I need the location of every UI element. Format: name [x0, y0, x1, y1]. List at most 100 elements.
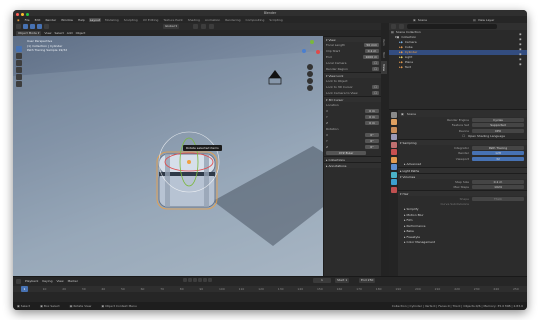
n-panel: ▾ View Focal Length 50 mm Clip Start 0.1 m…: [323, 36, 381, 276]
ortho-toggle-icon[interactable]: [307, 85, 313, 91]
current-frame-field[interactable]: 1: [313, 278, 331, 283]
frame-tick-label: 250: [513, 287, 519, 291]
tab-uv-editing[interactable]: UV Editing: [142, 18, 160, 22]
status-box-select: ▣ Box Select: [40, 304, 60, 308]
viewport-menu-object[interactable]: Object: [76, 31, 86, 35]
particles-tab-icon[interactable]: [390, 171, 397, 178]
pivot-icon[interactable]: [193, 24, 198, 29]
next-key-icon[interactable]: [203, 278, 207, 282]
object-tab-icon[interactable]: [390, 156, 397, 163]
tab-animation[interactable]: Animation: [204, 18, 221, 22]
frame-tick-label: 180: [375, 287, 382, 291]
scene-label: Scene: [417, 17, 427, 22]
scene-icon: ▣: [413, 17, 416, 22]
viewport-menu-select[interactable]: Select: [55, 31, 64, 35]
jump-start-icon[interactable]: [183, 278, 187, 282]
tab-texture-paint[interactable]: Texture Paint: [162, 18, 183, 22]
material-tab-icon[interactable]: [390, 186, 397, 193]
timeline-editor-icon[interactable]: [16, 278, 21, 284]
start-frame-field[interactable]: Start 1: [335, 278, 350, 283]
status-bar: ▣ Select ▣ Box Select ▣ Rotate View ▣ Ob…: [13, 302, 527, 310]
pan-icon[interactable]: [307, 71, 313, 77]
prev-key-icon[interactable]: [188, 278, 192, 282]
scene-icon: ▣: [401, 111, 404, 116]
transform-tool-icon[interactable]: [16, 81, 22, 87]
select-mode-icon[interactable]: [30, 24, 35, 29]
cursor-tool-icon[interactable]: [16, 53, 22, 59]
object-mode-dropdown[interactable]: Object Mode ▾: [16, 30, 42, 36]
viewport-menu-add[interactable]: Add: [67, 31, 73, 35]
annotations-header[interactable]: ▸ Annotations: [324, 162, 381, 168]
gizmo-x-icon[interactable]: [316, 50, 320, 54]
render-tab-icon[interactable]: [390, 119, 397, 125]
rotate-tool-icon[interactable]: [16, 67, 22, 73]
zoom-icon[interactable]: [307, 64, 313, 70]
camera-view-icon[interactable]: [307, 78, 313, 84]
frame-tick-label: 140: [297, 287, 304, 291]
menu-render[interactable]: Render: [44, 18, 57, 22]
tab-sculpting[interactable]: Sculpting: [123, 18, 139, 22]
color-management-panel[interactable]: ▸ Color Management: [398, 240, 527, 246]
timeline-menu-view[interactable]: View: [56, 279, 63, 283]
outliner-row-text[interactable]: ▸◆ Text: [389, 65, 527, 70]
outliner-type-icon[interactable]: [391, 24, 396, 29]
tab-tool[interactable]: Tool: [381, 49, 387, 61]
scene-selector[interactable]: ▣ Scene: [413, 16, 427, 23]
transform-orientation-dropdown[interactable]: Global ▾: [163, 24, 180, 29]
select-extend-icon[interactable]: [37, 24, 42, 29]
blender-logo-icon[interactable]: ◉: [16, 18, 21, 22]
outliner-search-input[interactable]: [407, 24, 497, 29]
view-layer-selector[interactable]: ▤ View Layer: [473, 16, 494, 23]
timeline-menu-playback[interactable]: Playback: [25, 279, 38, 283]
frame-tick-label: 230: [473, 287, 480, 291]
scene-tab-icon[interactable]: [390, 141, 397, 148]
gizmo-z-icon[interactable]: [302, 49, 306, 53]
proportional-edit-icon[interactable]: [209, 24, 214, 29]
menu-edit[interactable]: Edit: [34, 18, 42, 22]
viewport-menu-view[interactable]: View: [44, 31, 51, 35]
navigation-gizmo[interactable]: [301, 40, 321, 60]
tab-item[interactable]: Item: [381, 36, 387, 49]
tab-modeling[interactable]: Modeling: [104, 18, 120, 22]
select-tool-icon[interactable]: [16, 46, 22, 52]
timeline-menu-marker[interactable]: Marker: [68, 279, 78, 283]
menu-file[interactable]: File: [24, 18, 31, 22]
frame-tick-label: 90: [199, 287, 204, 291]
move-tool-icon[interactable]: [16, 60, 22, 66]
properties-tabs: [389, 110, 398, 277]
tab-rendering[interactable]: Rendering: [224, 18, 241, 22]
play-icon[interactable]: [198, 278, 202, 282]
properties-header: ▣ Scene: [398, 110, 527, 117]
outliner: ▤ Scene Collection ▾▣ Collection ▸◆ Came…: [389, 23, 527, 109]
end-frame-field[interactable]: End 250: [359, 278, 376, 283]
select-box-icon[interactable]: [23, 24, 28, 29]
frame-tick-label: 30: [81, 287, 86, 291]
gizmo-y-icon[interactable]: [310, 40, 314, 44]
play-reverse-icon[interactable]: [193, 278, 197, 282]
timeline-menu-keying[interactable]: Keying: [42, 279, 52, 283]
output-tab-icon[interactable]: [390, 126, 397, 133]
menu-window[interactable]: Window: [60, 18, 74, 22]
view-layer-tab-icon[interactable]: [390, 134, 397, 140]
physics-tab-icon[interactable]: [390, 179, 397, 185]
top-menu-bar: ◉ File Edit Render Window Help Layout Mo…: [13, 16, 527, 23]
window-title: Blender: [263, 11, 277, 15]
jump-end-icon[interactable]: [208, 278, 212, 282]
menu-help[interactable]: Help: [77, 18, 86, 22]
tab-layout[interactable]: Layout: [88, 17, 102, 22]
tab-compositing[interactable]: Compositing: [245, 18, 266, 22]
scale-tool-icon[interactable]: [16, 74, 22, 80]
eye-icon[interactable]: ◉: [519, 62, 522, 67]
world-tab-icon[interactable]: [390, 149, 397, 155]
editor-type-icon[interactable]: [16, 24, 21, 29]
modifier-tab-icon[interactable]: [390, 164, 397, 170]
tab-shading[interactable]: Shading: [187, 18, 201, 22]
frame-tick-label: 80: [179, 287, 184, 291]
outliner-filter-icon[interactable]: [399, 24, 404, 29]
timeline: Playback Keying View Marker 1 Start 1 En…: [13, 276, 527, 303]
tool-tab-icon[interactable]: [390, 111, 397, 118]
tab-view[interactable]: View: [381, 60, 387, 74]
snap-icon[interactable]: [201, 24, 206, 29]
tab-scripting[interactable]: Scripting: [268, 18, 283, 22]
select-subtract-icon[interactable]: [44, 24, 49, 29]
